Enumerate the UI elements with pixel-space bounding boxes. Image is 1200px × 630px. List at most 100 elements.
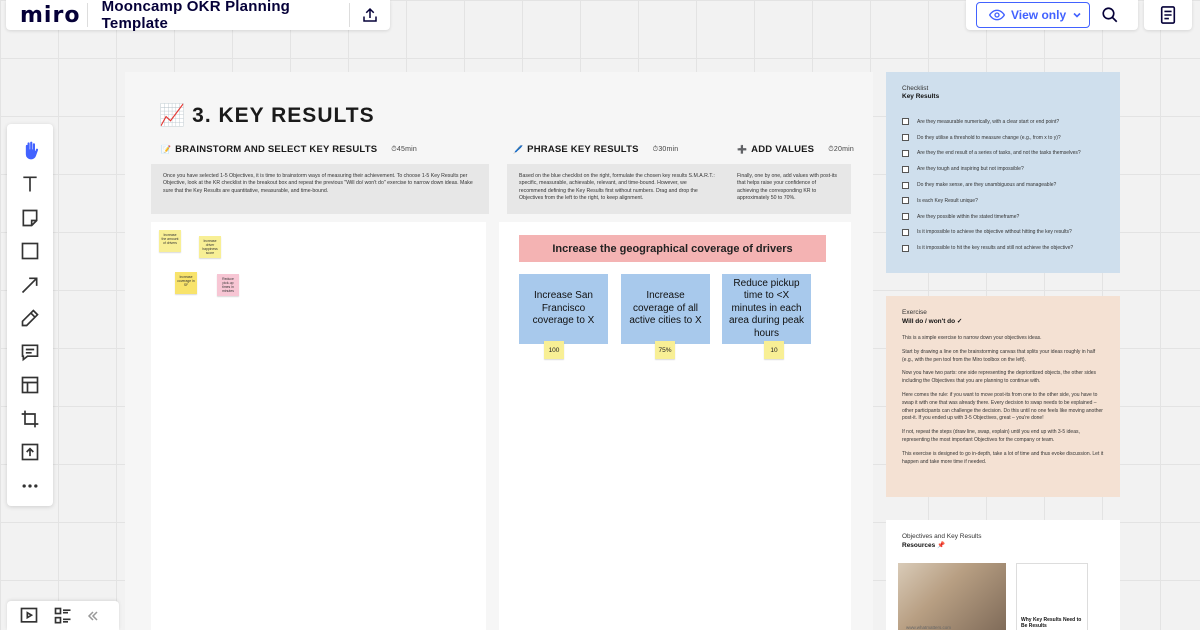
- frame-title: 📈 3. KEY RESULTS: [159, 104, 375, 128]
- checkbox[interactable]: [902, 228, 909, 236]
- upload-icon: [21, 443, 39, 461]
- frame-tool[interactable]: [17, 373, 43, 398]
- resources-title: Objectives and Key Results: [902, 533, 982, 540]
- exercise-subtitle: Will do / won't do ✓: [902, 318, 963, 325]
- resources-card[interactable]: Objectives and Key Results Resources 📌 w…: [886, 520, 1120, 630]
- square-icon: [21, 242, 39, 260]
- present-icon[interactable]: [19, 606, 39, 626]
- instructions-values: Finally, one by one, add values with pos…: [725, 164, 851, 214]
- checklist-item: Are they the end result of a series of t…: [902, 146, 1104, 162]
- key-results-frame[interactable]: 📈 3. KEY RESULTS 📝 BRAINSTORM AND SELECT…: [125, 72, 873, 630]
- resources-subtitle: Resources 📌: [902, 542, 946, 549]
- board-header: miro Mooncamp OKR Planning Template: [6, 0, 390, 32]
- checklist-item: Is it impossible to achieve the objectiv…: [902, 225, 1104, 241]
- brainstorm-panel[interactable]: Increase the amount of drivers Increase …: [151, 222, 486, 630]
- more-icon: [22, 483, 38, 488]
- instructions-phrase: Based on the blue checklist on the right…: [507, 164, 727, 214]
- shape-tool[interactable]: [17, 239, 43, 264]
- crop-tool[interactable]: [17, 406, 43, 431]
- export-button[interactable]: [350, 0, 390, 30]
- eye-icon: [989, 9, 1005, 21]
- checkbox[interactable]: [902, 213, 909, 221]
- hand-icon: [25, 141, 39, 159]
- frames-list-icon[interactable]: [53, 606, 73, 626]
- chevron-down-icon: [1073, 12, 1081, 18]
- frame-title-text: 3. KEY RESULTS: [192, 104, 375, 127]
- section-time: ⏱20min: [828, 145, 854, 153]
- resource-image-article[interactable]: Why Key Results Need to Be Results: [1016, 563, 1088, 630]
- exercise-paragraph: Here comes the rule: if you want to move…: [902, 391, 1103, 422]
- bottom-toolbar: [7, 601, 119, 630]
- section-header-values: ➕ ADD VALUES ⏱20min: [737, 144, 854, 155]
- section-label: PHRASE KEY RESULTS: [527, 144, 639, 155]
- exercise-paragraph: Now you have two parts: one side represe…: [902, 370, 1096, 385]
- checkbox[interactable]: [902, 165, 909, 173]
- pen-icon: [21, 309, 39, 327]
- section-time: ⏱30min: [652, 145, 679, 153]
- exercise-paragraph: If not, repeat the steps (draw line, swa…: [902, 429, 1080, 443]
- checklist-item: Is each Key Result unique?: [902, 193, 1104, 209]
- comment-tool[interactable]: [17, 339, 43, 364]
- search-button[interactable]: [1090, 6, 1130, 24]
- more-tools[interactable]: [17, 473, 43, 498]
- checkbox[interactable]: [902, 134, 909, 142]
- key-result-card[interactable]: Increase coverage of all active cities t…: [621, 274, 710, 344]
- upload-icon: [363, 7, 377, 22]
- search-icon: [1102, 7, 1118, 23]
- arrow-icon: [21, 277, 38, 293]
- exercise-card[interactable]: Exercise Will do / won't do ✓ This is a …: [886, 296, 1120, 497]
- sticky-note-tool[interactable]: [17, 205, 43, 230]
- upload-tool[interactable]: [17, 440, 43, 465]
- checkbox[interactable]: [902, 244, 909, 252]
- comment-icon: [21, 344, 39, 361]
- left-toolbar: [7, 124, 53, 506]
- section-label: ADD VALUES: [751, 144, 815, 155]
- checklist-title: Checklist: [902, 85, 929, 92]
- value-sticky[interactable]: 10: [764, 341, 784, 359]
- view-controls: View only: [966, 0, 1138, 30]
- checklist-item: Do they make sense, are they unambiguous…: [902, 177, 1104, 193]
- section-label: BRAINSTORM AND SELECT KEY RESULTS: [175, 144, 378, 155]
- key-result-card[interactable]: Reduce pickup time to <X minutes in each…: [722, 274, 811, 344]
- checkbox[interactable]: [902, 181, 909, 189]
- sticky-note[interactable]: Increase coverage in SF: [175, 272, 197, 294]
- checklist-item: Are they possible within the stated time…: [902, 209, 1104, 225]
- section-header-brainstorm: 📝 BRAINSTORM AND SELECT KEY RESULTS ⏱45m…: [161, 144, 417, 155]
- key-result-card[interactable]: Increase San Francisco coverage to X: [519, 274, 608, 344]
- checklist-card[interactable]: Checklist Key Results Are they measurabl…: [886, 72, 1120, 273]
- checkbox[interactable]: [902, 149, 909, 157]
- checklist-item: Do they utilise a threshold to measure c…: [902, 130, 1104, 146]
- value-sticky[interactable]: 75%: [655, 341, 675, 359]
- phrase-panel[interactable]: Increase the geographical coverage of dr…: [499, 222, 851, 630]
- resource-link-1[interactable]: www.whatmatters.com: [906, 625, 951, 630]
- checkbox[interactable]: [902, 118, 909, 126]
- sticky-note[interactable]: Reduce pick-up times in minutes: [217, 274, 239, 296]
- checkbox[interactable]: [902, 197, 909, 205]
- section-time: ⏱45min: [391, 145, 417, 153]
- sticky-note[interactable]: Increase the amount of drivers: [159, 230, 181, 252]
- resource-image-photo[interactable]: www.whatmatters.com: [898, 563, 1006, 630]
- pen-tool[interactable]: [17, 306, 43, 331]
- collapse-icon[interactable]: [87, 610, 99, 622]
- instructions-brainstorm: Once you have selected 1-5 Objectives, i…: [151, 164, 489, 214]
- resource-link-2[interactable]: Why Key Results Need to Be Results: [1021, 617, 1083, 629]
- exercise-title: Exercise: [902, 309, 927, 316]
- checklist-item: Is it impossible to hit the key results …: [902, 240, 1104, 256]
- objective-card[interactable]: Increase the geographical coverage of dr…: [519, 235, 826, 262]
- section-header-phrase: 🖊️ PHRASE KEY RESULTS ⏱30min: [513, 144, 678, 155]
- board-title[interactable]: Mooncamp OKR Planning Template: [88, 0, 350, 32]
- connector-tool[interactable]: [17, 272, 43, 297]
- hand-tool[interactable]: [17, 138, 43, 163]
- text-tool[interactable]: [17, 172, 43, 197]
- exercise-paragraph: Start by drawing a line on the brainstor…: [902, 348, 1096, 363]
- value-sticky[interactable]: 100: [544, 341, 564, 359]
- layout-icon: [21, 376, 39, 394]
- exercise-paragraph: This exercise is designed to go in-depth…: [902, 450, 1104, 465]
- document-icon: [1160, 6, 1176, 24]
- memo-icon: 📝: [161, 145, 172, 154]
- text-icon: [23, 176, 37, 192]
- notes-button[interactable]: [1144, 0, 1192, 30]
- miro-logo[interactable]: miro: [6, 3, 87, 28]
- sticky-note[interactable]: Increase driver happiness score: [199, 236, 221, 258]
- view-only-button[interactable]: View only: [976, 2, 1090, 28]
